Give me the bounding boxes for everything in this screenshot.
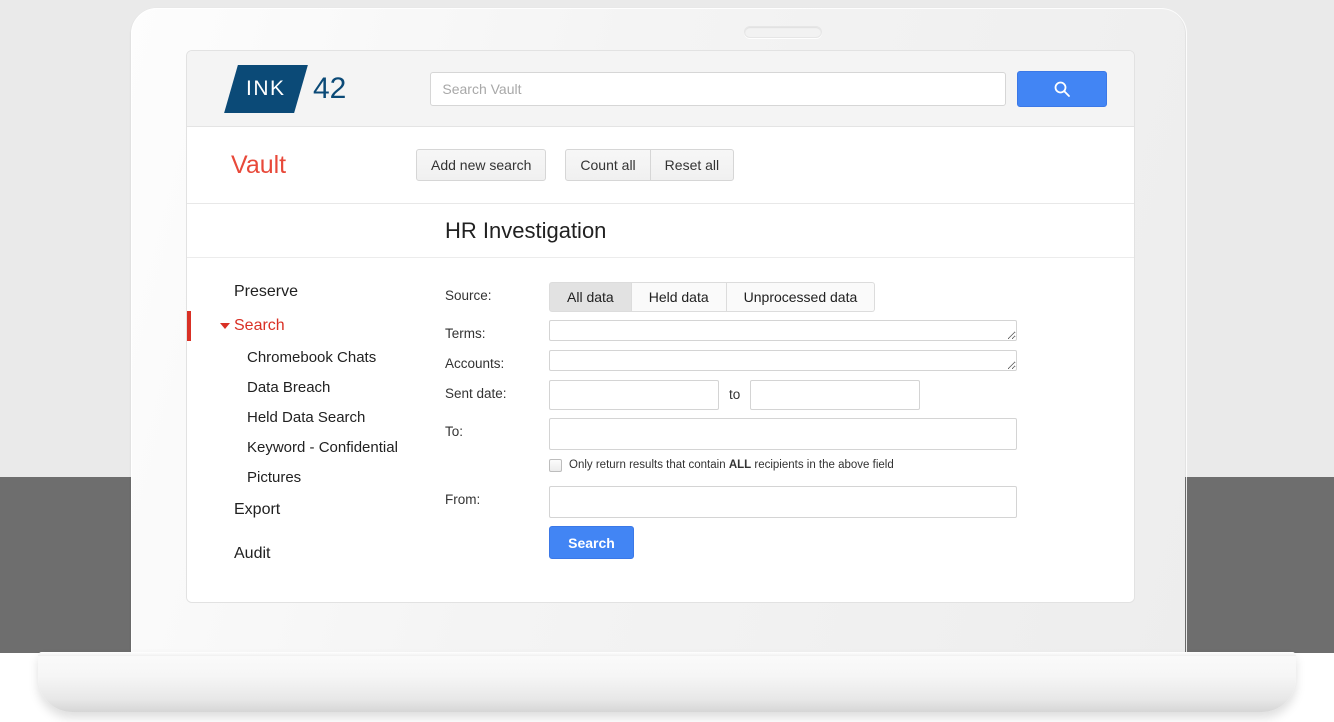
source-option-unprocessed-data[interactable]: Unprocessed data: [726, 282, 876, 312]
sidebar-subitem-pictures[interactable]: Pictures: [187, 463, 445, 493]
sidebar: Preserve Search Chromebook Chats Data Br…: [187, 258, 445, 602]
sidebar-item-label: Audit: [234, 545, 271, 562]
to-textarea[interactable]: [549, 418, 1017, 450]
sidebar-subitem-keyword-confidential[interactable]: Keyword - Confidential: [187, 433, 445, 463]
add-new-search-button[interactable]: Add new search: [416, 149, 547, 181]
sidebar-subitem-label: Keyword - Confidential: [247, 439, 398, 456]
form-row-from: From:: [445, 486, 1134, 518]
all-recipients-text-before: Only return results that contain: [569, 459, 729, 471]
vault-toolbar: Vault Add new search Count all Reset all: [187, 127, 1134, 204]
sent-date-from-input[interactable]: [549, 380, 719, 410]
camera-slot: [744, 26, 822, 38]
all-recipients-checkbox[interactable]: [549, 459, 562, 472]
form-row-to: To:: [445, 418, 1134, 450]
from-input[interactable]: [549, 486, 1017, 518]
ink42-logo[interactable]: INK 42: [224, 64, 347, 113]
sidebar-item-label: Preserve: [234, 283, 299, 300]
sidebar-subitem-label: Pictures: [247, 469, 302, 486]
all-recipients-label: Only return results that contain ALL rec…: [569, 458, 894, 472]
sidebar-item-audit[interactable]: Audit: [187, 537, 445, 571]
app-body: Preserve Search Chromebook Chats Data Br…: [187, 258, 1134, 602]
screenshot-stage: INK 42 Vault Add new search Count all: [0, 0, 1334, 722]
sidebar-subitem-chromebook-chats[interactable]: Chromebook Chats: [187, 343, 445, 373]
accounts-textarea[interactable]: [549, 350, 1017, 371]
form-row-sent-date: Sent date: to: [445, 380, 1134, 410]
app-screen: INK 42 Vault Add new search Count all: [186, 50, 1135, 603]
sidebar-subitem-label: Data Breach: [247, 379, 331, 396]
source-segmented-control: All data Held data Unprocessed data: [549, 282, 876, 312]
sidebar-item-preserve[interactable]: Preserve: [187, 275, 445, 309]
accounts-label: Accounts:: [445, 356, 505, 371]
sidebar-item-export[interactable]: Export: [187, 493, 445, 527]
form-row-source: Source: All data Held data Unprocessed d…: [445, 282, 1134, 312]
app-top-bar: INK 42: [187, 51, 1134, 127]
global-search-group: [430, 70, 1108, 107]
page-title-row: HR Investigation: [187, 204, 1134, 258]
to-label: To:: [445, 424, 464, 439]
search-form: Source: All data Held data Unprocessed d…: [445, 258, 1134, 602]
search-icon: [1054, 81, 1071, 97]
logo-number: 42: [313, 71, 347, 105]
source-option-all-data[interactable]: All data: [549, 282, 632, 312]
form-row-terms: Terms:: [445, 320, 1134, 342]
terms-label: Terms:: [445, 326, 486, 341]
sidebar-item-search[interactable]: Search: [187, 309, 445, 343]
reset-all-button[interactable]: Reset all: [649, 149, 735, 181]
laptop-base: [38, 652, 1296, 712]
form-row-accounts: Accounts:: [445, 350, 1134, 372]
sidebar-subitem-label: Held Data Search: [247, 409, 366, 426]
source-label: Source:: [445, 288, 492, 303]
page-title: HR Investigation: [445, 217, 607, 243]
sidebar-item-label: Search: [234, 317, 285, 334]
sidebar-subitem-data-breach[interactable]: Data Breach: [187, 373, 445, 403]
logo-parallelogram: INK: [224, 64, 308, 113]
sidebar-subitem-label: Chromebook Chats: [247, 349, 377, 366]
all-recipients-row: Only return results that contain ALL rec…: [549, 458, 1134, 472]
sent-date-separator: to: [729, 387, 741, 402]
sidebar-item-label: Export: [234, 501, 281, 518]
chevron-down-icon: [220, 323, 230, 329]
sent-date-to-input[interactable]: [750, 380, 921, 410]
search-submit-button[interactable]: [1017, 70, 1108, 107]
from-label: From:: [445, 492, 481, 507]
terms-textarea[interactable]: [549, 320, 1017, 341]
sidebar-subitem-held-data-search[interactable]: Held Data Search: [187, 403, 445, 433]
count-reset-button-group: Count all Reset all: [565, 149, 735, 181]
form-search-button[interactable]: Search: [549, 526, 634, 559]
all-recipients-text-bold: ALL: [728, 459, 752, 471]
product-name: Vault: [231, 150, 287, 179]
search-input[interactable]: [430, 71, 1007, 106]
logo-mark-text: INK: [246, 76, 286, 100]
all-recipients-text-after: recipients in the above field: [751, 459, 894, 471]
count-all-button[interactable]: Count all: [565, 149, 651, 181]
source-option-held-data[interactable]: Held data: [631, 282, 727, 312]
sent-date-label: Sent date:: [445, 386, 507, 401]
